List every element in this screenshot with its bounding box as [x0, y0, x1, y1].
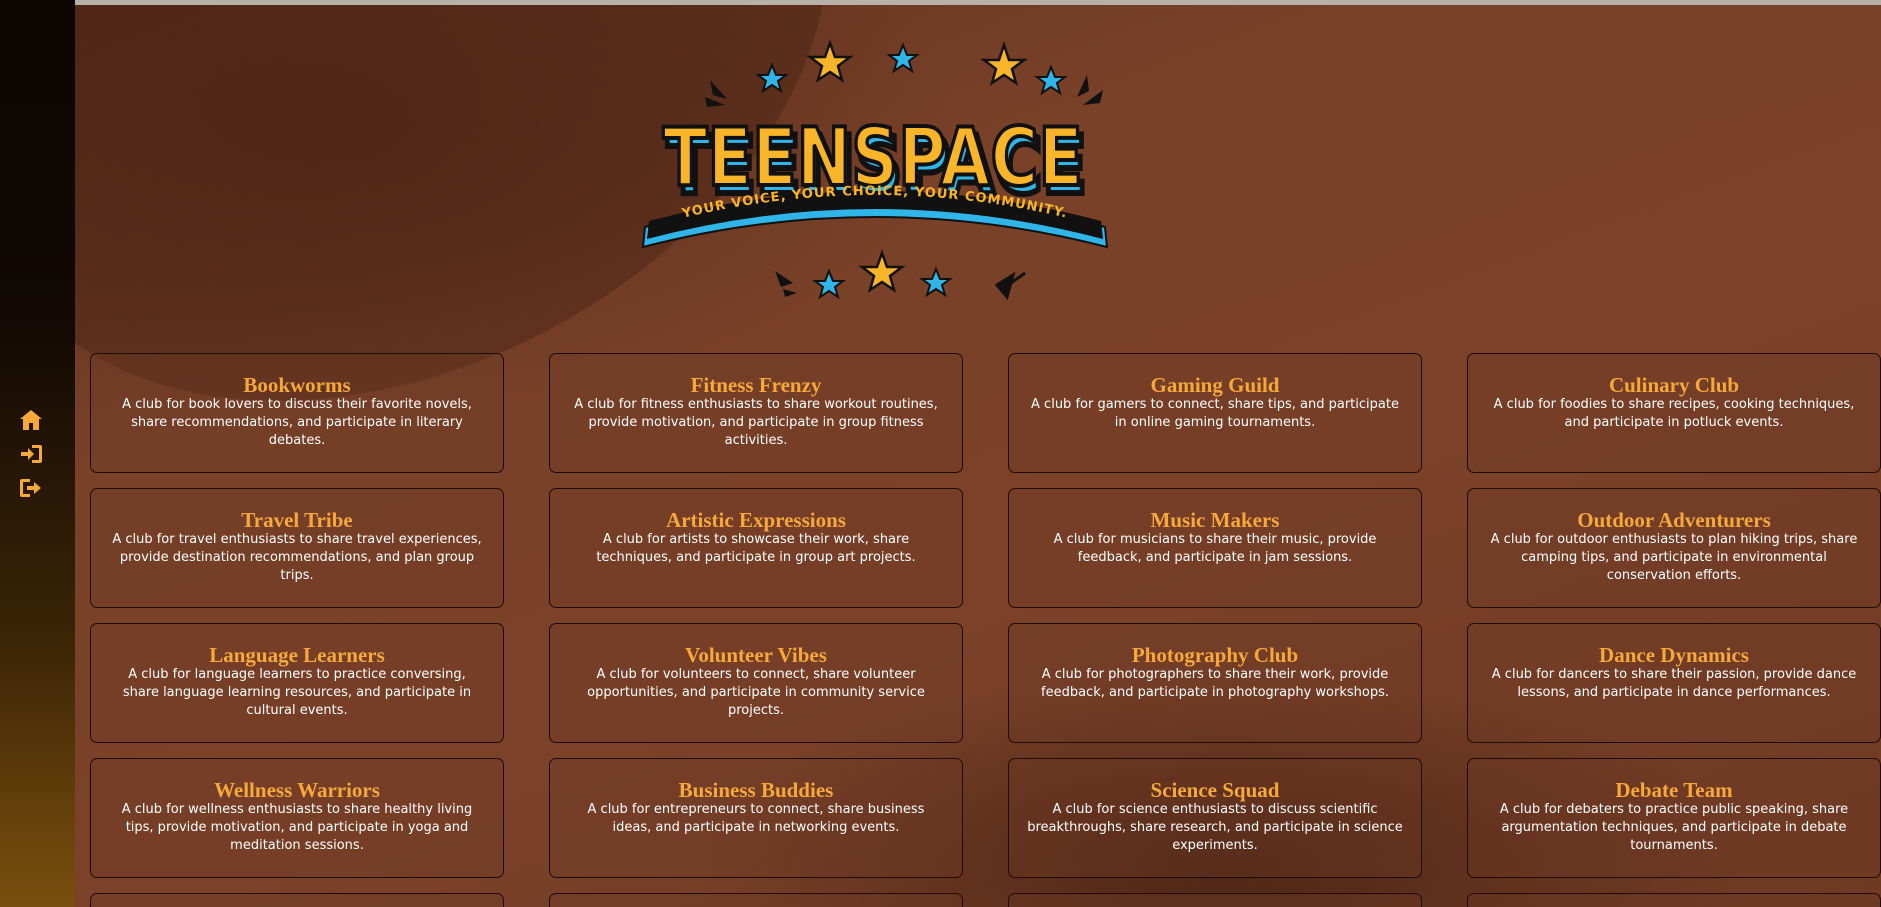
club-title: Culinary Club: [1608, 373, 1740, 397]
club-card[interactable]: Business Buddies A club for entrepreneur…: [549, 758, 963, 878]
club-title: Music Makers: [1150, 508, 1280, 532]
club-description: A club for debaters to practice public s…: [1499, 802, 1849, 853]
club-title: Outdoor Adventurers: [1577, 508, 1771, 532]
club-description: A club for volunteers to connect, share …: [587, 667, 925, 718]
club-description: A club for gamers to connect, share tips…: [1031, 397, 1399, 430]
club-card[interactable]: Language Learners A club for language le…: [90, 623, 504, 743]
club-description: A club for outdoor enthusiasts to plan h…: [1490, 532, 1858, 583]
club-title: Travel Tribe: [241, 508, 353, 532]
club-card[interactable]: Outdoor Adventurers A club for outdoor e…: [1467, 488, 1881, 608]
club-card[interactable]: Culinary Club A club for foodies to shar…: [1467, 353, 1881, 473]
club-card[interactable]: Gaming Guild A club for gamers to connec…: [1008, 353, 1422, 473]
club-card[interactable]: Bookworms A club for book lovers to disc…: [90, 353, 504, 473]
club-title: Debate Team: [1615, 778, 1733, 802]
sidebar-icons: [18, 408, 44, 500]
club-title: Business Buddies: [678, 778, 834, 802]
club-card[interactable]: Science Squad A club for science enthusi…: [1008, 758, 1422, 878]
club-card[interactable]: Fitness Frenzy A club for fitness enthus…: [549, 353, 963, 473]
main-content: TEENSPACE TEENSPACE YOUR VOICE, YOUR CHO…: [75, 5, 1881, 907]
sign-out-icon[interactable]: [18, 476, 44, 500]
club-card[interactable]: Music Makers A club for musicians to sha…: [1008, 488, 1422, 608]
club-title: Volunteer Vibes: [685, 643, 827, 667]
club-description: A club for dancers to share their passio…: [1491, 667, 1857, 700]
sidebar: [0, 0, 75, 907]
club-card-partial[interactable]: [90, 893, 504, 907]
club-card-partial[interactable]: [549, 893, 963, 907]
logo-stars-top: [705, 39, 1103, 107]
club-title: Gaming Guild: [1150, 373, 1280, 397]
club-title: Bookworms: [243, 373, 351, 397]
club-card-partial[interactable]: [1467, 893, 1881, 907]
club-card[interactable]: Photography Club A club for photographer…: [1008, 623, 1422, 743]
club-card[interactable]: Dance Dynamics A club for dancers to sha…: [1467, 623, 1881, 743]
club-card[interactable]: Wellness Warriors A club for wellness en…: [90, 758, 504, 878]
club-description: A club for foodies to share recipes, coo…: [1493, 397, 1855, 430]
club-card[interactable]: Artistic Expressions A club for artists …: [549, 488, 963, 608]
club-title: Wellness Warriors: [214, 778, 380, 802]
club-description: A club for travel enthusiasts to share t…: [112, 532, 482, 583]
club-description: A club for science enthusiasts to discus…: [1027, 802, 1403, 853]
club-description: A club for language learners to practice…: [122, 667, 472, 718]
logo-stars-bottom: [775, 249, 1026, 301]
club-title: Science Squad: [1150, 778, 1280, 802]
club-title: Artistic Expressions: [666, 508, 846, 532]
club-description: A club for book lovers to discuss their …: [122, 397, 472, 448]
club-description: A club for entrepreneurs to connect, sha…: [587, 802, 925, 835]
club-title: Fitness Frenzy: [690, 373, 822, 397]
clubs-grid: Bookworms A club for book lovers to disc…: [90, 353, 1881, 907]
club-description: A club for musicians to share their musi…: [1053, 532, 1377, 565]
teenspace-logo: TEENSPACE TEENSPACE YOUR VOICE, YOUR CHO…: [641, 39, 1109, 301]
club-description: A club for artists to showcase their wor…: [596, 532, 916, 565]
club-card-partial[interactable]: [1008, 893, 1422, 907]
club-description: A club for wellness enthusiasts to share…: [121, 802, 473, 853]
club-card[interactable]: Volunteer Vibes A club for volunteers to…: [549, 623, 963, 743]
club-title: Dance Dynamics: [1599, 643, 1749, 667]
club-card[interactable]: Travel Tribe A club for travel enthusias…: [90, 488, 504, 608]
club-description: A club for fitness enthusiasts to share …: [574, 397, 938, 448]
club-card[interactable]: Debate Team A club for debaters to pract…: [1467, 758, 1881, 878]
club-description: A club for photographers to share their …: [1041, 667, 1389, 700]
club-title: Language Learners: [209, 643, 385, 667]
club-title: Photography Club: [1131, 643, 1299, 667]
sign-in-icon[interactable]: [18, 442, 44, 466]
home-icon[interactable]: [18, 408, 44, 432]
